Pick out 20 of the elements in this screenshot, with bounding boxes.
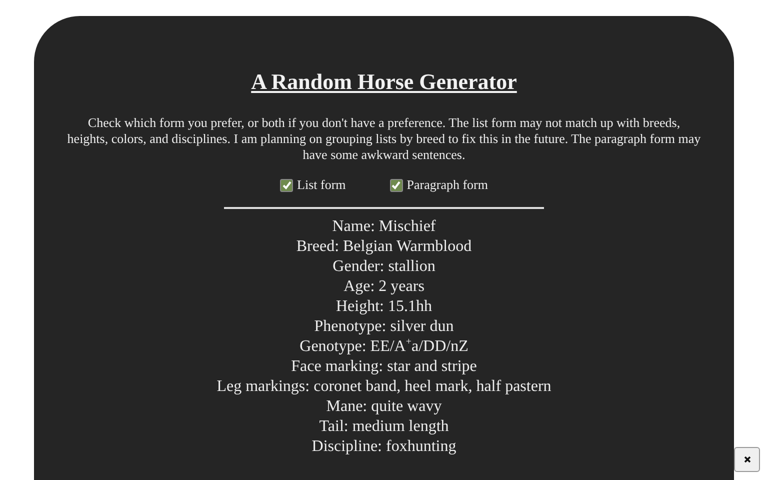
horse-trait: Genotype: EE/A$^{+}$a/DD/nZ [300,337,468,357]
horse-trait: Mane: quite wavy [326,397,442,417]
checkbox[interactable] [280,178,294,192]
horse-trait: Name: Mischief [332,217,436,237]
checkbox-label: Paragraph form [406,177,488,193]
horse-trait: Face marking: star and stripe [291,357,477,377]
horse-trait: Discipline: foxhunting [312,437,456,457]
horse-trait: Height: 15.1hh [336,297,432,317]
horse-trait: Leg markings: coronet band, heel mark, half pastern [216,377,552,397]
page-title: A Random Horse Generator [251,68,517,95]
horse-trait: Tail: medium length [319,417,449,437]
checkbox-label: List form [297,177,346,193]
horse-trait: Breed: Belgian Warmblood [296,237,472,257]
checkbox[interactable] [390,178,403,192]
close-icon [744,456,750,463]
close-button[interactable] [734,447,760,472]
intro-paragraph: Check which form you prefer, or both if you don't have a preference. The list form may not match up with breeds, heights, colors, and disciplines. I am planning on grouping lists by breed to fix this in the future. The paragraph form may have some awkward sentences. [67,115,701,163]
horse-trait: Phenotype: silver dun [314,317,454,337]
horse-trait: Gender: stallion [332,257,436,277]
horse-trait: Age: 2 years [344,277,424,297]
